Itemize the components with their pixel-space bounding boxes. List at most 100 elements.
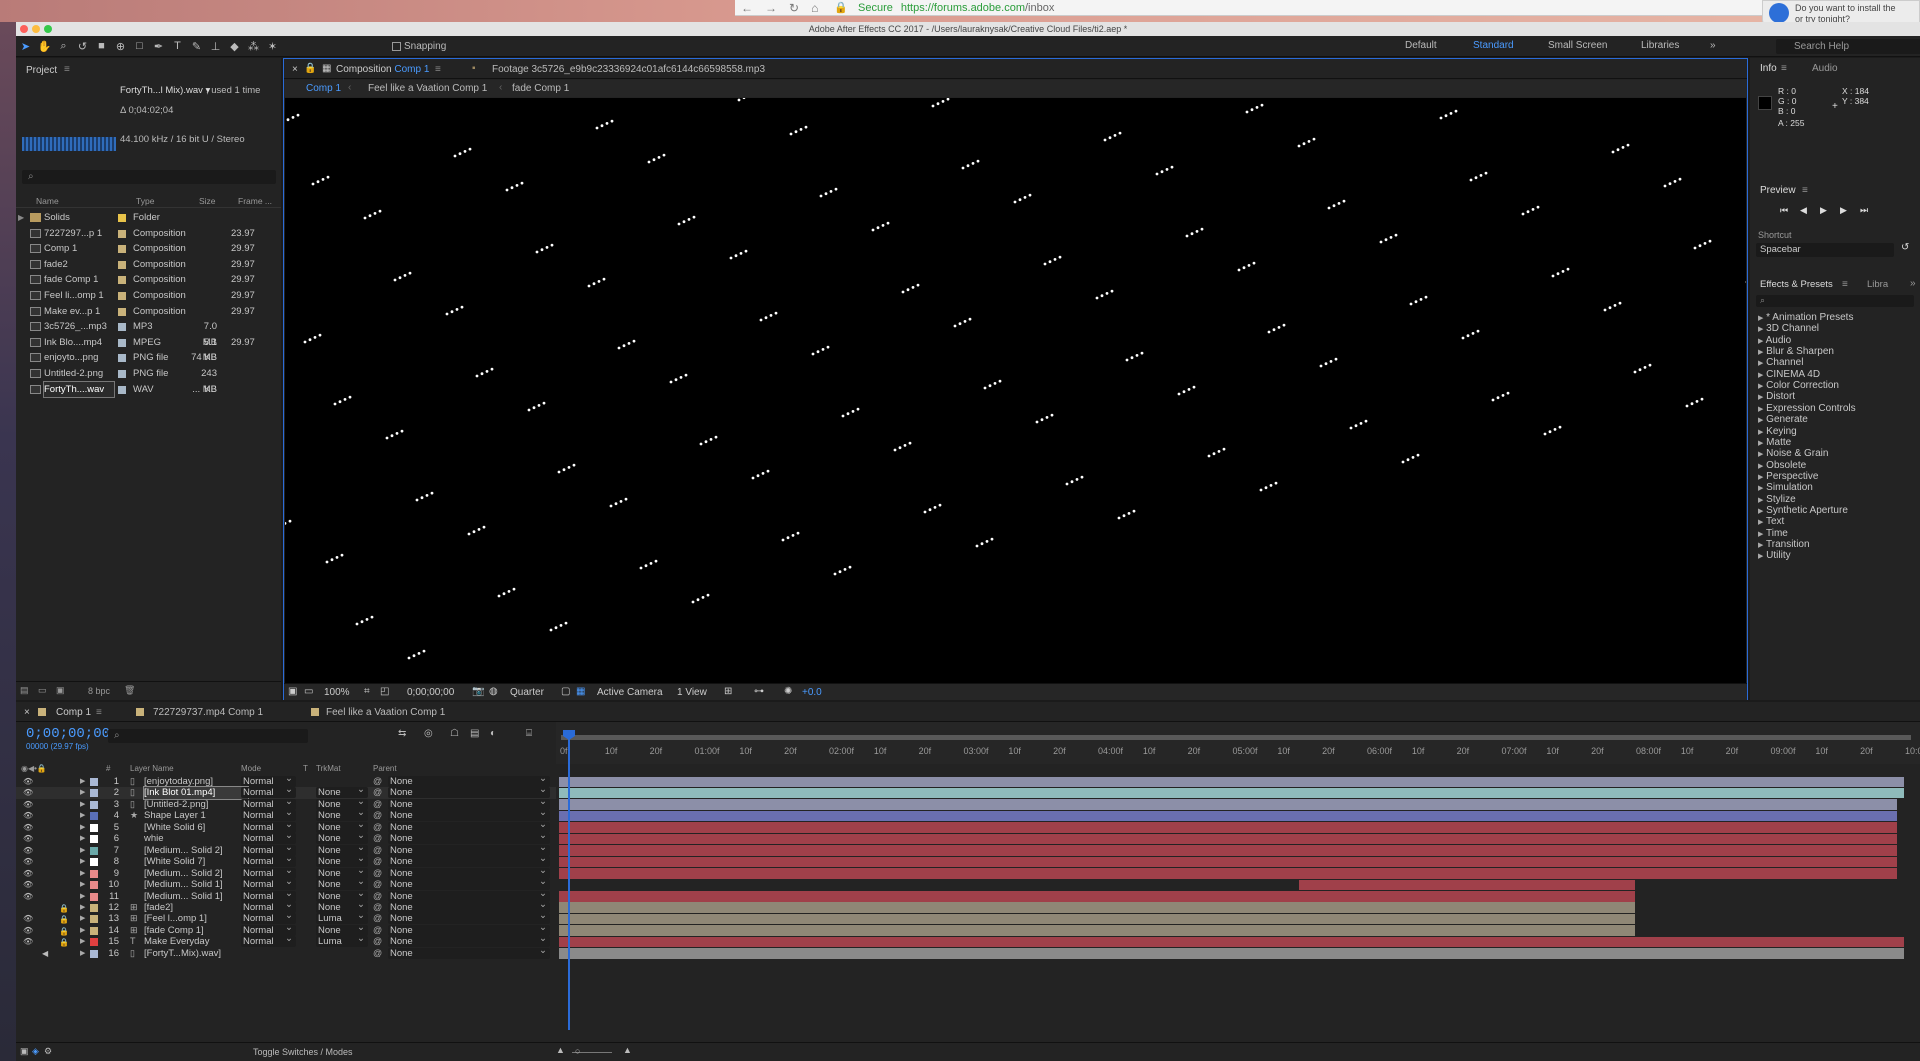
playhead[interactable] bbox=[568, 730, 570, 1030]
interpret-footage-icon[interactable]: ▤ bbox=[20, 685, 29, 696]
lock-tab-icon[interactable]: 🔒 bbox=[304, 63, 316, 74]
close-icon[interactable] bbox=[20, 25, 28, 33]
pickwhip-icon[interactable]: @ bbox=[373, 936, 382, 947]
parent-select[interactable]: None bbox=[388, 830, 550, 845]
label-color[interactable] bbox=[118, 292, 126, 300]
label-color[interactable] bbox=[90, 823, 98, 832]
parent-select[interactable]: None bbox=[388, 933, 550, 948]
brush-tool-icon[interactable]: ✎ bbox=[189, 39, 204, 54]
layer-duration-bar[interactable] bbox=[559, 902, 1635, 913]
last-frame-icon[interactable]: ⏭ bbox=[1860, 205, 1868, 216]
project-item[interactable]: Feel li...omp 1 Composition 29.97 bbox=[16, 288, 281, 304]
label-color[interactable] bbox=[90, 938, 98, 947]
pickwhip-icon[interactable]: @ bbox=[373, 902, 382, 913]
label-color[interactable] bbox=[118, 323, 126, 332]
label-color[interactable] bbox=[118, 260, 126, 269]
parent-select[interactable]: None bbox=[388, 819, 550, 833]
camera-select[interactable]: Active Camera bbox=[597, 687, 663, 698]
label-color[interactable] bbox=[90, 858, 98, 867]
effect-category[interactable]: ▶ Blur & Sharpen bbox=[1758, 346, 1834, 357]
effect-category[interactable]: ▶ Simulation bbox=[1758, 482, 1813, 493]
expand-arrow-icon[interactable]: ▶ bbox=[1758, 372, 1763, 379]
timeline-tab-7227[interactable]: 722729737.mp4 Comp 1 bbox=[153, 707, 263, 718]
search-help-input[interactable]: Search Help bbox=[1776, 39, 1920, 54]
expand-arrow-icon[interactable]: ▶ bbox=[1758, 485, 1763, 492]
label-color[interactable] bbox=[118, 354, 126, 363]
eye-icon[interactable]: 👁 bbox=[23, 833, 33, 843]
pickwhip-icon[interactable]: @ bbox=[373, 810, 382, 821]
label-color[interactable] bbox=[118, 245, 126, 254]
expand-arrow-icon[interactable]: ▶ bbox=[80, 833, 85, 844]
layer-name[interactable]: [Untitled-2.png] bbox=[144, 799, 248, 810]
expand-arrow-icon[interactable]: ▶ bbox=[80, 913, 85, 924]
effect-category[interactable]: ▶ Time bbox=[1758, 528, 1788, 539]
motion-blur-icon[interactable]: ◐ bbox=[490, 728, 496, 739]
camera-tool-icon[interactable]: ■ bbox=[94, 39, 109, 54]
toggle-switches-modes[interactable]: Toggle Switches / Modes bbox=[253, 1047, 353, 1057]
label-color[interactable] bbox=[118, 276, 126, 285]
project-item[interactable]: Ink Blo....mp4 MPEG 5.1 MB 29.97 bbox=[16, 335, 281, 363]
layer-name[interactable]: [Medium... Solid 1] bbox=[144, 891, 248, 902]
expand-arrow-icon[interactable]: ▶ bbox=[1758, 451, 1763, 458]
effect-category[interactable]: ▶ Obsolete bbox=[1758, 460, 1806, 471]
pan-behind-tool-icon[interactable]: ⊕ bbox=[113, 39, 128, 54]
effect-category[interactable]: ▶ Channel bbox=[1758, 357, 1803, 368]
eye-icon[interactable]: 👁 bbox=[23, 822, 33, 832]
layer-name[interactable]: [enjoytoday.png] bbox=[144, 776, 248, 787]
zoom-out-icon[interactable]: ▲ bbox=[556, 1045, 565, 1055]
puppet-tool-icon[interactable]: ✶ bbox=[265, 39, 280, 54]
label-color[interactable] bbox=[90, 869, 98, 878]
layer-row[interactable]: ◀ ▶ 16 ▯ [FortyT...Mix).wav] @ None bbox=[16, 945, 556, 959]
effect-category[interactable]: ▶ * Animation Presets bbox=[1758, 312, 1853, 323]
layer-name[interactable]: [Medium... Solid 2] bbox=[144, 845, 248, 856]
back-icon[interactable]: ← bbox=[741, 1, 753, 15]
project-item[interactable]: Comp 1 Composition 29.97 bbox=[16, 241, 281, 257]
panel-menu-icon[interactable]: ≡ bbox=[64, 64, 70, 75]
comp-mini-flowchart-icon[interactable]: ⇆ bbox=[398, 728, 406, 739]
toggle-pixel-aspect-icon[interactable]: ⊞ bbox=[724, 686, 732, 697]
zoom-tool-icon[interactable]: ⌕ bbox=[56, 39, 71, 54]
layer-duration-bar[interactable] bbox=[559, 845, 1898, 856]
modes-icon[interactable]: ◈ bbox=[32, 1046, 39, 1057]
info-tab[interactable]: Info bbox=[1760, 63, 1777, 74]
first-frame-icon[interactable]: ⏮ bbox=[1780, 205, 1788, 216]
expand-arrow-icon[interactable]: ▶ bbox=[1758, 474, 1763, 481]
effect-category[interactable]: ▶ Matte bbox=[1758, 437, 1791, 448]
zoom-select[interactable]: 100% bbox=[324, 687, 350, 698]
audio-tab[interactable]: Audio bbox=[1812, 63, 1838, 74]
label-color[interactable] bbox=[90, 915, 98, 924]
pickwhip-icon[interactable]: @ bbox=[373, 948, 382, 959]
info-menu-icon[interactable]: ≡ bbox=[1781, 63, 1787, 74]
browser-address-bar[interactable]: ← → ↻ ⌂ 🔒 Secure https://forums.adobe.co… bbox=[735, 0, 1920, 16]
close-tab-icon[interactable]: × bbox=[24, 707, 30, 718]
play-icon[interactable]: ▶ bbox=[1820, 205, 1827, 216]
expand-arrow-icon[interactable]: ▶ bbox=[1758, 508, 1763, 515]
project-item[interactable]: Untitled-2.png PNG file 243 KB bbox=[16, 366, 281, 395]
parent-select[interactable]: None bbox=[388, 784, 550, 799]
pickwhip-icon[interactable]: @ bbox=[373, 845, 382, 856]
parent-select[interactable]: None bbox=[388, 888, 550, 902]
effect-category[interactable]: ▶ Stylize bbox=[1758, 494, 1796, 505]
label-color[interactable] bbox=[90, 800, 98, 809]
label-color[interactable] bbox=[118, 214, 126, 222]
more-workspaces-icon[interactable]: » bbox=[1710, 40, 1716, 51]
parent-select[interactable]: None bbox=[388, 922, 550, 936]
minimize-icon[interactable] bbox=[32, 25, 40, 33]
in-out-icon[interactable]: ⚙ bbox=[44, 1046, 52, 1057]
eye-icon[interactable]: 👁 bbox=[23, 913, 33, 923]
expand-arrow-icon[interactable]: ▶ bbox=[1758, 360, 1763, 367]
workspace-small-screen[interactable]: Small Screen bbox=[1548, 40, 1607, 51]
workspace-default[interactable]: Default bbox=[1405, 40, 1437, 51]
project-item[interactable]: fade2 Composition 29.97 bbox=[16, 257, 281, 273]
close-tab-icon[interactable]: × bbox=[292, 64, 298, 75]
transparency-grid-icon[interactable]: ▦ bbox=[576, 686, 585, 697]
col-size[interactable]: Size bbox=[199, 196, 216, 206]
parent-select[interactable]: None bbox=[388, 842, 550, 856]
hand-tool-icon[interactable]: ✋ bbox=[37, 39, 52, 54]
effect-category[interactable]: ▶ Text bbox=[1758, 516, 1784, 527]
layer-name[interactable]: [White Solid 6] bbox=[144, 822, 248, 833]
view-layout-select[interactable]: 1 View bbox=[677, 687, 707, 698]
effects-presets-tab[interactable]: Effects & Presets bbox=[1760, 279, 1833, 290]
project-tab[interactable]: Project bbox=[26, 65, 57, 76]
eye-icon[interactable]: 👁 bbox=[23, 925, 33, 935]
